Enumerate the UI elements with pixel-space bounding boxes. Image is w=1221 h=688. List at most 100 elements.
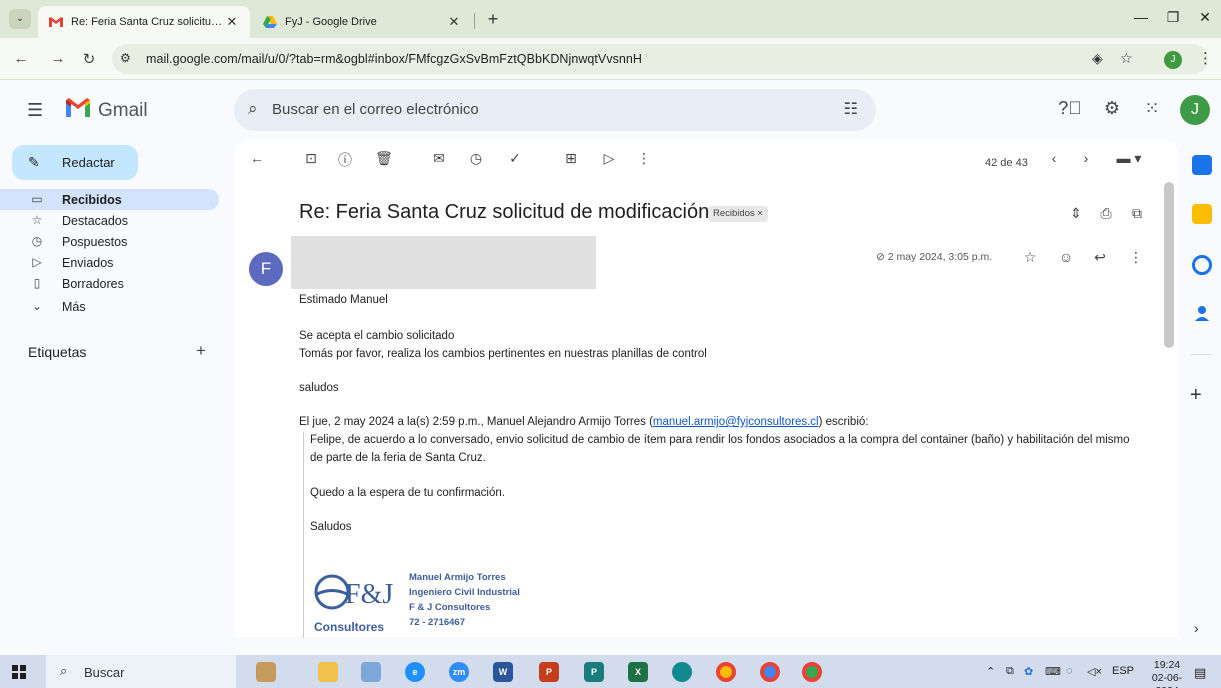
word-icon[interactable]: W bbox=[493, 662, 513, 682]
delete-icon[interactable]: 🗑 bbox=[375, 150, 393, 167]
reload-icon[interactable]: ↻ bbox=[80, 50, 98, 68]
rail-divider bbox=[1190, 354, 1212, 355]
snooze-icon[interactable]: ◷ bbox=[467, 150, 485, 167]
file-explorer-icon[interactable] bbox=[318, 662, 338, 682]
close-tab-icon[interactable]: ✕ bbox=[446, 14, 462, 30]
input-tools-icon[interactable]: ▬ ▾ bbox=[1112, 150, 1146, 167]
body-greeting: Estimado Manuel bbox=[299, 294, 388, 306]
print-icon[interactable]: ⎙ bbox=[1097, 205, 1115, 222]
powerpoint-icon[interactable]: P bbox=[539, 662, 559, 682]
star-email-icon[interactable]: ☆ bbox=[1021, 249, 1039, 266]
tab-gmail[interactable]: Re: Feria Santa Cruz solicitud de ✕ bbox=[38, 6, 250, 38]
newer-chevron-icon[interactable]: ‹ bbox=[1045, 150, 1063, 166]
input-method-icon[interactable]: ⌨ bbox=[1045, 665, 1061, 678]
edge-icon[interactable] bbox=[672, 662, 692, 682]
inbox-label-badge[interactable]: Recibidos × bbox=[708, 206, 768, 222]
address-bar[interactable]: ⚙ mail.google.com/mail/u/0/?tab=rm&ogbl#… bbox=[112, 44, 1208, 74]
excel-icon[interactable]: X bbox=[628, 662, 648, 682]
get-addons-icon[interactable]: + bbox=[1190, 384, 1202, 407]
tasks-icon[interactable] bbox=[1192, 255, 1212, 275]
gmail-logo-icon[interactable] bbox=[64, 96, 92, 120]
notifications-icon[interactable]: ▤ bbox=[1194, 665, 1206, 681]
minimize-icon[interactable]: — bbox=[1131, 9, 1151, 25]
windows-start-icon[interactable] bbox=[12, 665, 26, 679]
search-icon[interactable]: ⌕ bbox=[248, 99, 258, 119]
search-options-icon[interactable]: ☷ bbox=[844, 99, 858, 119]
project-icon[interactable]: P bbox=[584, 662, 604, 682]
label-icon[interactable]: ▷ bbox=[600, 150, 618, 167]
browser-profile-avatar[interactable]: J bbox=[1164, 51, 1182, 69]
chrome-profile-2-icon[interactable] bbox=[802, 662, 822, 682]
sender-avatar[interactable]: F bbox=[249, 252, 283, 286]
calendar-icon[interactable] bbox=[1192, 155, 1212, 175]
main-menu-icon[interactable]: ☰ bbox=[27, 100, 43, 121]
more-message-options-icon[interactable]: ⋮ bbox=[1127, 249, 1145, 266]
close-window-icon[interactable]: ✕ bbox=[1195, 9, 1215, 26]
keep-icon[interactable] bbox=[1192, 204, 1212, 224]
pencil-icon: ✎ bbox=[28, 154, 40, 170]
emoji-reaction-icon[interactable]: ☺ bbox=[1057, 249, 1075, 265]
back-icon[interactable]: ← bbox=[12, 50, 30, 67]
move-to-icon[interactable]: ⊞ bbox=[562, 150, 580, 167]
sidebar-item-inbox[interactable]: ▭ Recibidos bbox=[0, 189, 219, 210]
older-chevron-icon[interactable]: › bbox=[1077, 150, 1095, 166]
restore-icon[interactable]: ❐ bbox=[1163, 9, 1183, 26]
gmail-brand: Gmail bbox=[98, 100, 148, 121]
control-panel-icon[interactable] bbox=[361, 662, 381, 682]
network-icon[interactable]: ◌ bbox=[1066, 665, 1073, 677]
expand-all-icon[interactable]: ⇕ bbox=[1067, 205, 1085, 222]
tab-title: FyJ - Google Drive bbox=[285, 16, 377, 28]
extension-icon[interactable]: ◈ bbox=[1092, 50, 1103, 67]
search-bar[interactable]: ⌕ Buscar en el correo electrónico ☷ bbox=[234, 89, 876, 131]
site-info-icon[interactable]: ⚙ bbox=[120, 51, 131, 65]
scrollbar-thumb[interactable] bbox=[1164, 182, 1174, 348]
tab-search-button[interactable]: ⌄ bbox=[9, 9, 31, 29]
forward-icon[interactable]: → bbox=[49, 50, 67, 67]
language-indicator[interactable]: ESP bbox=[1112, 665, 1134, 677]
tab-drive[interactable]: FyJ - Google Drive ✕ bbox=[252, 6, 472, 38]
sidebar-item-drafts[interactable]: ▯ Borradores bbox=[0, 273, 219, 294]
meet-now-icon[interactable]: ⧉ bbox=[1006, 665, 1014, 678]
sidebar-item-snoozed[interactable]: ◷ Pospuestos bbox=[0, 231, 219, 252]
account-avatar[interactable]: J bbox=[1180, 95, 1210, 125]
help-icon[interactable]: ?⃝ bbox=[1058, 98, 1082, 119]
new-tab-button[interactable]: + bbox=[482, 9, 504, 30]
system-clock[interactable]: 19:24 02-06-2024 bbox=[1141, 659, 1193, 688]
signature-phone: 72 - 2716467 bbox=[409, 617, 465, 628]
bookmark-star-icon[interactable]: ☆ bbox=[1120, 50, 1133, 67]
news-widget-icon[interactable] bbox=[256, 662, 276, 682]
mark-unread-icon[interactable]: ✉ bbox=[430, 150, 448, 167]
settings-gear-icon[interactable]: ⚙ bbox=[1100, 98, 1124, 119]
svg-text:Consultores: Consultores bbox=[314, 620, 384, 633]
sidebar-item-more[interactable]: ⌄ Más bbox=[0, 296, 219, 317]
reply-icon[interactable]: ↩ bbox=[1091, 249, 1109, 266]
compose-button[interactable]: ✎ Redactar bbox=[12, 145, 138, 180]
open-new-window-icon[interactable]: ⧉ bbox=[1128, 205, 1146, 222]
contacts-icon[interactable] bbox=[1192, 303, 1212, 323]
browser-menu-icon[interactable]: ⋮ bbox=[1198, 49, 1213, 67]
internet-explorer-icon[interactable]: e bbox=[405, 662, 425, 682]
quoted-email-link[interactable]: manuel.armijo@fyjconsultores.cl bbox=[653, 416, 819, 428]
more-options-icon[interactable]: ⋮ bbox=[635, 150, 653, 167]
add-to-tasks-icon[interactable]: ✓ bbox=[506, 150, 524, 167]
sidebar-item-sent[interactable]: ▷ Enviados bbox=[0, 252, 219, 273]
hide-side-panel-icon[interactable]: › bbox=[1194, 620, 1199, 636]
chrome-icon[interactable] bbox=[716, 662, 736, 682]
close-tab-icon[interactable]: ✕ bbox=[224, 14, 240, 30]
add-label-icon[interactable]: + bbox=[196, 341, 206, 361]
search-input[interactable]: Buscar en el correo electrónico bbox=[272, 101, 479, 118]
tray-app-icon[interactable]: ✿ bbox=[1024, 665, 1033, 678]
taskbar-search[interactable]: ⌕ Buscar bbox=[46, 655, 236, 688]
company-logo-icon: F&J Consultores bbox=[314, 574, 393, 633]
sidebar-item-starred[interactable]: ☆ Destacados bbox=[0, 210, 219, 231]
back-to-inbox-icon[interactable]: ← bbox=[248, 150, 266, 166]
chrome-profile-icon[interactable] bbox=[760, 662, 780, 682]
sidebar-item-label: Recibidos bbox=[62, 193, 122, 207]
volume-muted-icon[interactable]: ◁× bbox=[1087, 665, 1102, 678]
quote-header: El jue, 2 may 2024 a la(s) 2:59 p.m., Ma… bbox=[299, 416, 869, 428]
zoom-icon[interactable]: zm bbox=[449, 662, 469, 682]
report-spam-icon[interactable]: ⓘ bbox=[336, 150, 354, 170]
archive-icon[interactable]: ⊡ bbox=[302, 150, 320, 167]
show-hidden-icons-icon[interactable]: ⌃ bbox=[986, 665, 995, 678]
apps-grid-icon[interactable]: ⁙ bbox=[1140, 98, 1164, 119]
